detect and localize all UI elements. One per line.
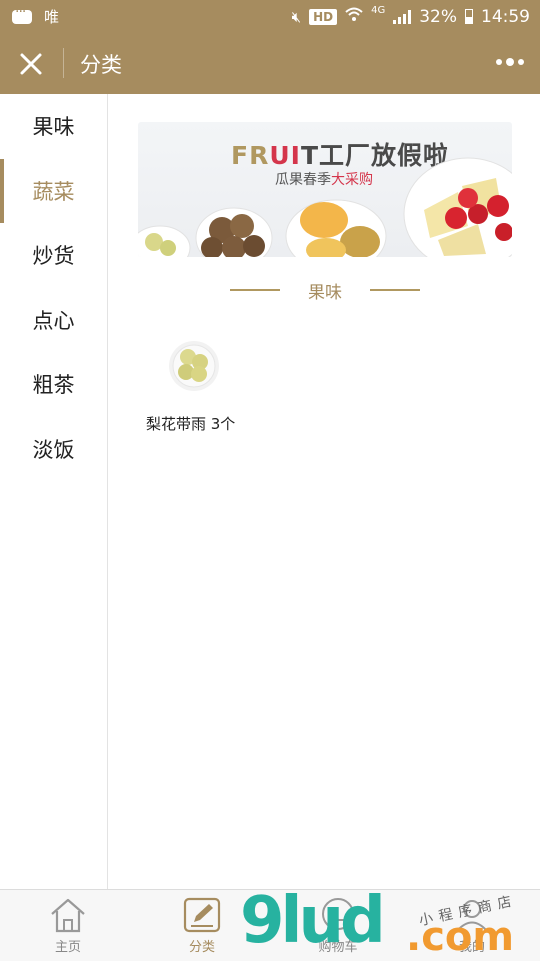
sidebar-item-label: 蔬菜 xyxy=(32,179,75,204)
sidebar-item-label: 果味 xyxy=(32,115,75,140)
sidebar-item-label: 炒货 xyxy=(32,244,75,269)
tab-label: 购物车 xyxy=(318,940,358,955)
section-heading: 果味 xyxy=(230,278,420,303)
tab-cart[interactable]: 购物车 xyxy=(298,890,378,961)
promo-banner[interactable]: FRUIT工厂放假啦 瓜果春季大采购 xyxy=(138,122,512,257)
product-name: 梨花带雨 3个 xyxy=(146,415,236,433)
category-sidebar: 果味 蔬菜 炒货 点心 粗茶 淡饭 xyxy=(0,94,108,889)
sidebar-item-nuts[interactable]: 炒货 xyxy=(0,223,107,288)
page-title: 分类 xyxy=(80,53,122,77)
tab-label: 分类 xyxy=(188,940,215,955)
nav-divider xyxy=(63,48,64,78)
section-divider xyxy=(370,289,420,291)
tab-bar: 主页 分类 购物车 我的 xyxy=(0,889,540,961)
tab-category[interactable]: 分类 xyxy=(162,890,242,961)
message-notification-icon xyxy=(12,4,32,24)
network-type: 4G xyxy=(371,5,386,16)
user-icon xyxy=(456,900,488,932)
cart-icon xyxy=(322,898,354,930)
product-image xyxy=(169,341,219,391)
more-dot-icon xyxy=(496,59,502,65)
fruit-plates-illustration xyxy=(138,157,512,257)
mute-icon: 🔇︎ xyxy=(291,7,302,26)
sidebar-item-label: 淡饭 xyxy=(32,437,75,462)
more-dot-icon xyxy=(518,59,524,65)
hd-badge: HD xyxy=(309,8,338,25)
tab-label: 主页 xyxy=(54,940,81,955)
battery-percent: 32% xyxy=(419,6,457,27)
close-icon xyxy=(20,53,42,75)
edit-icon xyxy=(183,897,221,933)
close-button[interactable] xyxy=(14,47,48,81)
wifi-icon xyxy=(345,6,363,27)
sidebar-item-tea[interactable]: 粗茶 xyxy=(0,352,107,417)
more-dot-icon xyxy=(506,58,514,66)
clock: 14:59 xyxy=(481,6,530,27)
home-icon xyxy=(51,898,85,933)
carrier-label: 唯 xyxy=(44,8,60,26)
sidebar-item-snacks[interactable]: 点心 xyxy=(0,288,107,353)
active-indicator xyxy=(0,158,4,223)
sidebar-item-label: 点心 xyxy=(32,308,75,333)
tab-profile[interactable]: 我的 xyxy=(432,890,512,961)
battery-icon xyxy=(465,9,473,24)
signal-icon xyxy=(393,9,412,24)
sidebar-item-label: 粗茶 xyxy=(32,373,75,398)
nav-bar: 分类 xyxy=(0,32,540,94)
tab-home[interactable]: 主页 xyxy=(28,890,108,961)
status-bar: 唯 🔇︎ HD 4G 32% 14:59 xyxy=(0,0,540,32)
more-button[interactable] xyxy=(496,58,524,66)
tab-label: 我的 xyxy=(458,940,485,955)
sidebar-item-meals[interactable]: 淡饭 xyxy=(0,417,107,482)
sidebar-item-fruit[interactable]: 果味 xyxy=(0,94,107,159)
sidebar-item-vegetables[interactable]: 蔬菜 xyxy=(0,158,107,224)
